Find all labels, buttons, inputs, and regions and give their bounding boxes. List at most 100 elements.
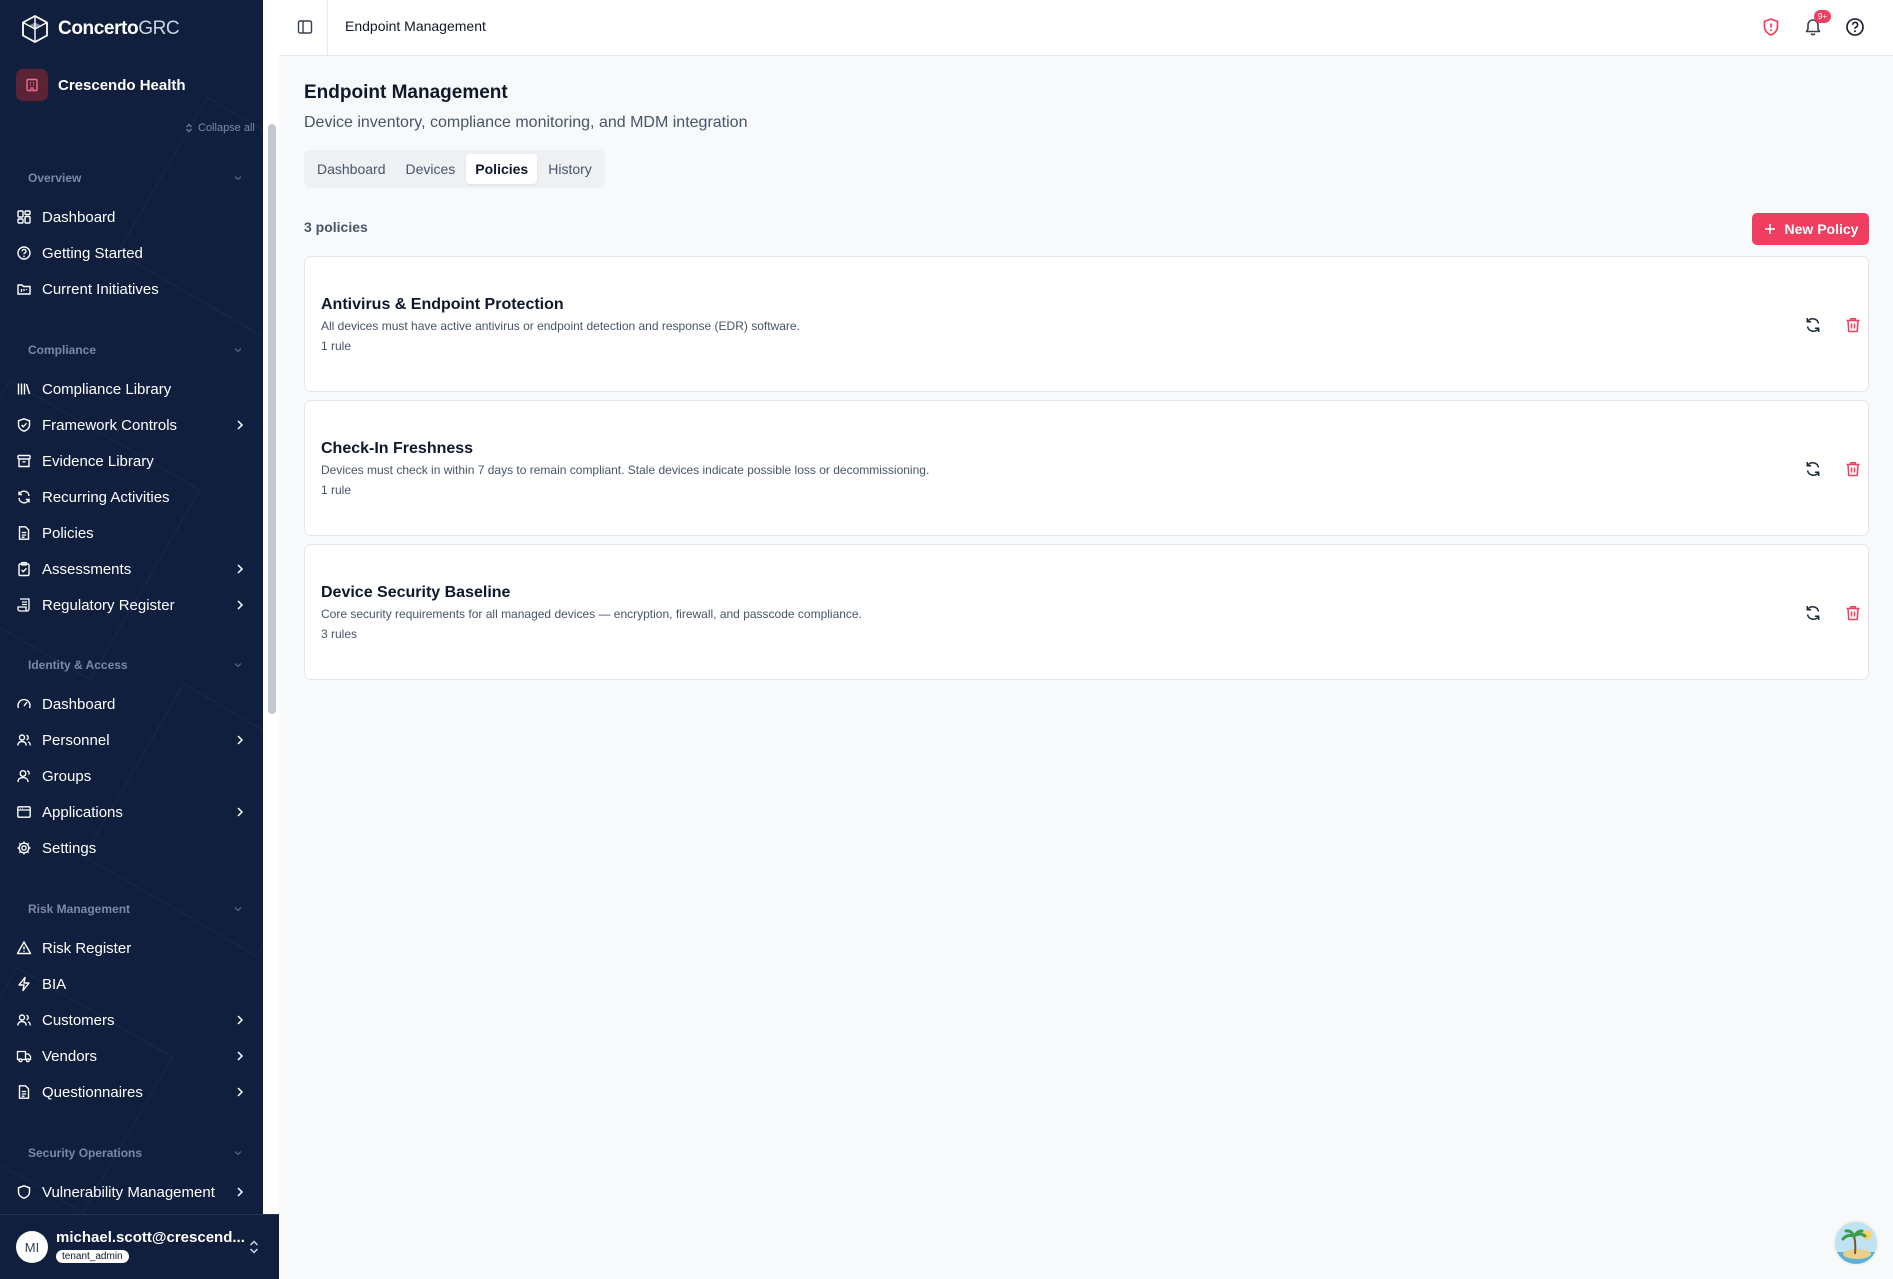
tab-devices[interactable]: Devices — [397, 154, 465, 184]
collapse-all-label: Collapse all — [198, 122, 255, 134]
sidebar-item-label: Questionnaires — [42, 1083, 143, 1101]
sidebar-item-dashboard[interactable]: Dashboard — [16, 202, 248, 232]
sidebar-item-vulnerability-management[interactable]: Vulnerability Management — [16, 1177, 248, 1207]
section-header-risk-management[interactable]: Risk Management — [28, 902, 243, 916]
policy-description: Devices must check in within 7 days to r… — [321, 463, 930, 477]
refresh-icon[interactable] — [1804, 460, 1822, 478]
zap-icon — [18, 976, 30, 992]
section-title: Security Operations — [28, 1146, 143, 1160]
sidebar-item-label: Personnel — [42, 731, 110, 749]
sidebar-item-label: Settings — [42, 839, 97, 857]
policy-rule-count: 1 rule — [321, 483, 352, 497]
shield-alert-icon[interactable] — [1761, 17, 1781, 37]
section-header-overview[interactable]: Overview — [28, 171, 243, 185]
chevron-down-icon — [234, 348, 242, 353]
alert-triangle-icon — [16, 941, 32, 955]
sidebar-item-label: Framework Controls — [42, 416, 178, 434]
sidebar-item-label: Current Initiatives — [42, 280, 159, 298]
sidebar-item-label: BIA — [42, 975, 67, 993]
section-header-security-operations[interactable]: Security Operations — [28, 1146, 243, 1160]
sidebar-item-applications[interactable]: Applications — [16, 797, 248, 827]
library-icon — [17, 383, 31, 395]
policy-card[interactable]: Device Security Baseline Core security r… — [304, 544, 1869, 680]
sidebar-item-personnel[interactable]: Personnel — [16, 725, 248, 755]
sidebar-item-getting-started[interactable]: Getting Started — [16, 238, 248, 268]
section-title: Overview — [28, 171, 82, 185]
user-email: michael.scott@crescend... — [56, 1229, 245, 1246]
sidebar-scrollbar-thumb[interactable] — [268, 124, 276, 714]
brand-logo[interactable]: ConcertoGRC — [20, 14, 180, 44]
chevron-right-icon — [237, 1187, 244, 1197]
tab-policies[interactable]: Policies — [466, 154, 538, 184]
chevron-right-icon — [237, 1051, 244, 1061]
sidebar-item-label: Vulnerability Management — [42, 1183, 215, 1201]
sidebar-item-label: Assessments — [42, 560, 132, 578]
archive-icon — [17, 454, 31, 468]
refresh-icon[interactable] — [1804, 316, 1822, 334]
chevron-down-icon — [234, 663, 242, 668]
trash-icon[interactable] — [1844, 316, 1862, 334]
clipboard-check-icon — [18, 561, 30, 577]
chevron-right-icon — [237, 1087, 244, 1097]
sidebar-item-label: Applications — [42, 803, 123, 821]
sidebar-item-settings[interactable]: Settings — [16, 833, 248, 863]
user-role-badge: tenant_admin — [56, 1250, 129, 1263]
new-policy-button[interactable]: New Policy — [1752, 213, 1869, 245]
sidebar-item-groups[interactable]: Groups — [16, 761, 248, 791]
sidebar: ConcertoGRC Crescendo Health Collapse al… — [0, 0, 279, 1279]
section-title: Compliance — [28, 343, 97, 357]
gauge-icon — [17, 698, 31, 709]
tab-history[interactable]: History — [539, 154, 601, 184]
trash-icon[interactable] — [1844, 604, 1862, 622]
tenant-switcher[interactable]: Crescendo Health — [16, 69, 186, 101]
folder-kanban-icon — [17, 284, 31, 295]
section-header-compliance[interactable]: Compliance — [28, 343, 243, 357]
sidebar-item-framework-controls[interactable]: Framework Controls — [16, 410, 248, 440]
section-title: Identity & Access — [28, 658, 128, 672]
policy-card[interactable]: Check-In Freshness Devices must check in… — [304, 400, 1869, 536]
sidebar-item-customers[interactable]: Customers — [16, 1005, 248, 1035]
sidebar-item-evidence-library[interactable]: Evidence Library — [16, 446, 248, 476]
sidebar-item-policies[interactable]: Policies — [16, 518, 248, 548]
sidebar-item-risk-register[interactable]: Risk Register — [16, 933, 248, 963]
shield-icon — [17, 1185, 31, 1199]
sidebar-item-recurring-activities[interactable]: Recurring Activities — [16, 482, 248, 512]
policy-card[interactable]: Antivirus & Endpoint Protection All devi… — [304, 256, 1869, 392]
trash-icon[interactable] — [1844, 460, 1862, 478]
chevron-down-icon — [234, 907, 242, 912]
help-circle-icon[interactable] — [1845, 17, 1865, 37]
user-group-icon — [17, 770, 30, 783]
sidebar-item-label: Groups — [42, 767, 92, 785]
collapse-all-button[interactable]: Collapse all — [184, 122, 255, 134]
sidebar-item-label: Dashboard — [42, 208, 116, 226]
sidebar-item-current-initiatives[interactable]: Current Initiatives — [16, 274, 248, 304]
page-subtitle: Device inventory, compliance monitoring,… — [304, 114, 748, 131]
sidebar-item-label: Getting Started — [42, 244, 143, 262]
sidebar-item-compliance-library[interactable]: Compliance Library — [16, 374, 248, 404]
tab-dashboard[interactable]: Dashboard — [308, 154, 395, 184]
app-window-icon — [17, 806, 31, 818]
sidebar-item-label: Vendors — [42, 1047, 98, 1065]
chevron-right-icon — [237, 735, 244, 745]
topbar-divider — [327, 0, 328, 56]
sidebar-item-bia[interactable]: BIA — [16, 969, 248, 999]
gear-icon — [17, 841, 31, 855]
sidebar-item-questionnaires[interactable]: Questionnaires — [16, 1077, 248, 1107]
sidebar-item-vendors[interactable]: Vendors — [16, 1041, 248, 1071]
policy-description: All devices must have active antivirus o… — [321, 319, 800, 333]
sidebar-toggle-icon[interactable] — [297, 19, 313, 35]
refresh-icon[interactable] — [1804, 604, 1822, 622]
topbar-title: Endpoint Management — [345, 18, 486, 34]
new-policy-label: New Policy — [1784, 221, 1859, 237]
section-header-identity-access[interactable]: Identity & Access — [28, 658, 243, 672]
sidebar-item-label: Recurring Activities — [42, 488, 170, 506]
assistant-launcher-button[interactable] — [1833, 1220, 1879, 1266]
section-title: Risk Management — [28, 902, 131, 916]
file-text-icon — [18, 526, 30, 540]
plus-icon — [1764, 224, 1775, 234]
sidebar-item-assessments[interactable]: Assessments — [16, 554, 248, 584]
sidebar-item-iam-dashboard[interactable]: Dashboard — [16, 689, 248, 719]
sidebar-item-label: Risk Register — [42, 939, 132, 957]
user-menu[interactable]: MI michael.scott@crescend... tenant_admi… — [0, 1214, 279, 1279]
sidebar-item-regulatory-register[interactable]: Regulatory Register — [16, 590, 248, 620]
